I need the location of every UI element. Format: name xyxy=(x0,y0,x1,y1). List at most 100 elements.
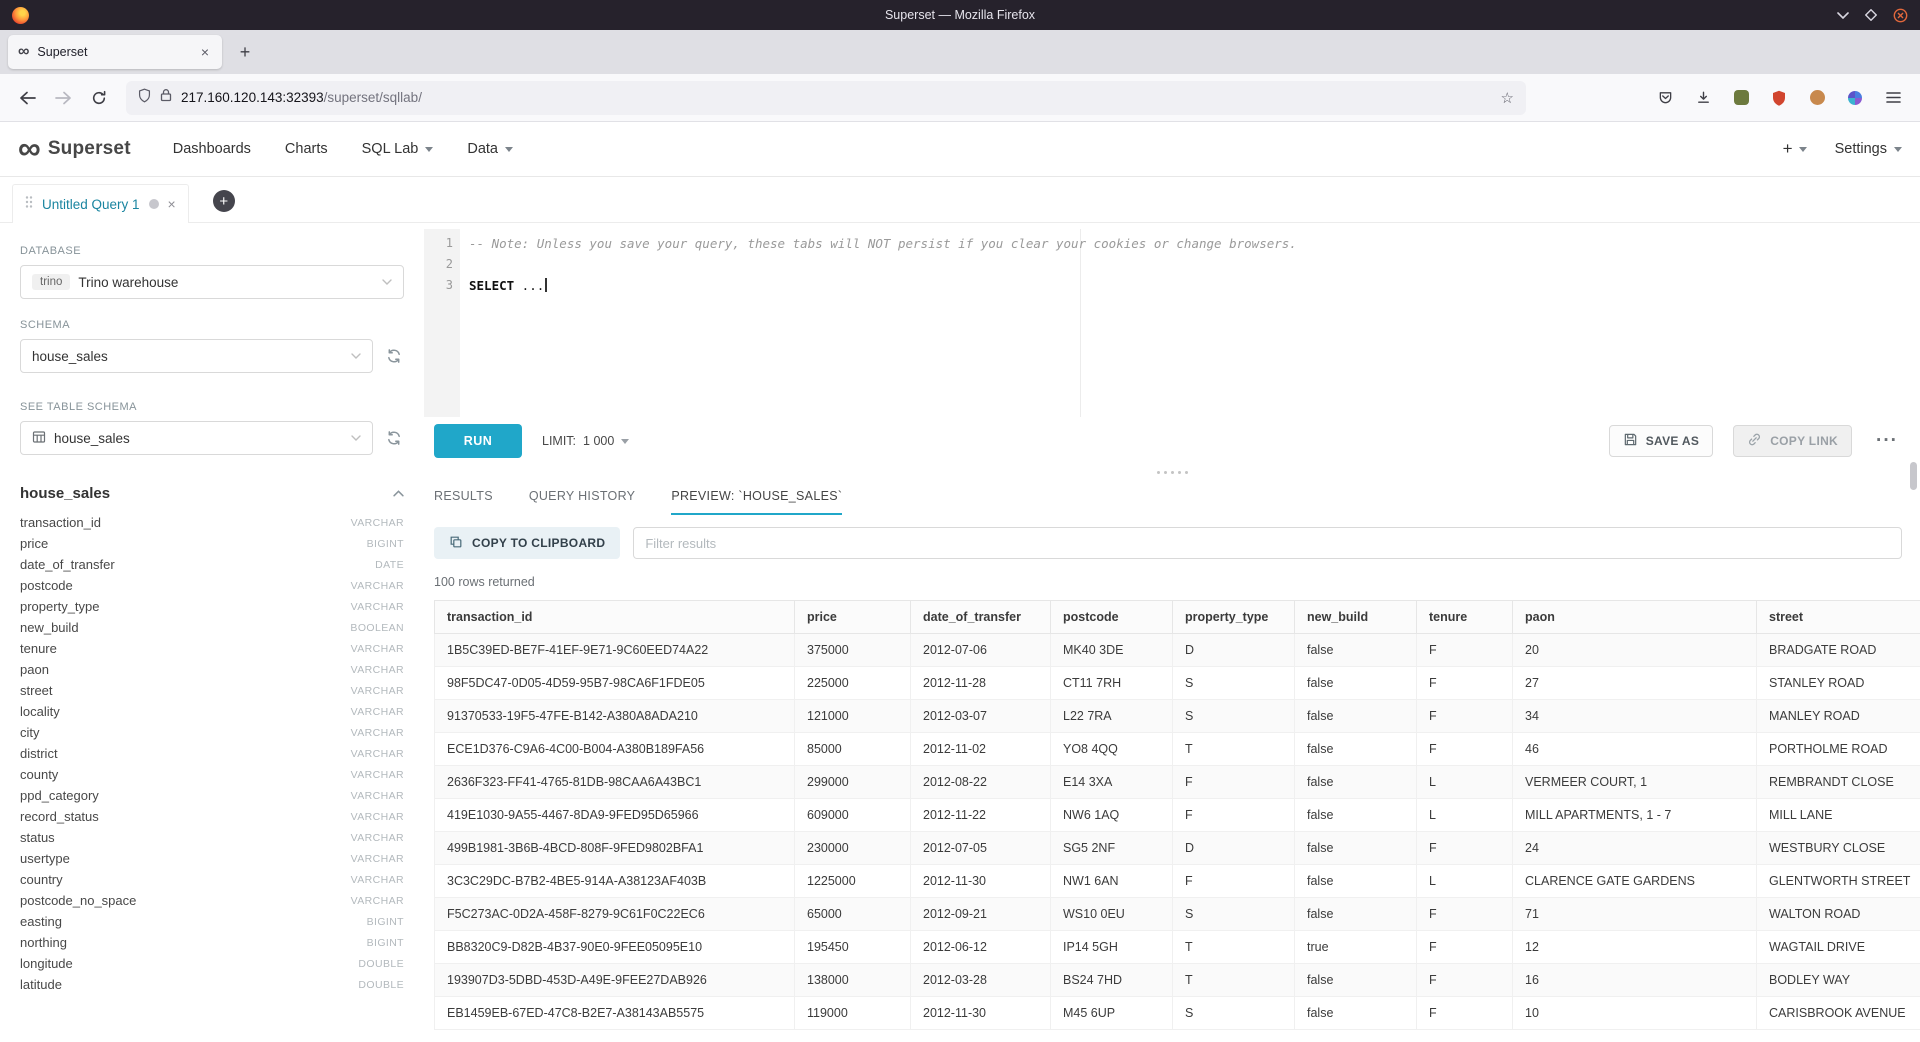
schema-column-row[interactable]: northing BIGINT xyxy=(20,932,404,953)
downloads-icon[interactable] xyxy=(1690,85,1716,111)
schema-column-row[interactable]: district VARCHAR xyxy=(20,743,404,764)
extension-icon-3[interactable] xyxy=(1804,85,1830,111)
more-options-button[interactable]: ··· xyxy=(1872,430,1902,452)
add-query-tab-button[interactable]: + xyxy=(213,190,235,212)
reload-button[interactable] xyxy=(82,82,116,114)
schema-column-row[interactable]: record_status VARCHAR xyxy=(20,806,404,827)
menu-hamburger-icon[interactable] xyxy=(1880,85,1906,111)
table-row[interactable]: 419E1030-9A55-4467-8DA9-9FED95D659666090… xyxy=(435,799,1920,832)
schema-column-row[interactable]: city VARCHAR xyxy=(20,722,404,743)
window-maximize-icon[interactable] xyxy=(1865,9,1877,21)
drag-handle-icon[interactable] xyxy=(25,195,33,214)
schema-column-row[interactable]: transaction_id VARCHAR xyxy=(20,512,404,533)
column-header-new_build[interactable]: new_build xyxy=(1295,601,1417,634)
collapse-chevron-icon[interactable] xyxy=(393,490,404,497)
results-table-wrap[interactable]: transaction_idpricedate_of_transferpostc… xyxy=(434,600,1920,1042)
app-nav-item-data[interactable]: Data xyxy=(467,141,513,157)
results-tab-results[interactable]: RESULTS xyxy=(434,479,493,515)
editor-gutter: 123 xyxy=(424,229,460,417)
table-row[interactable]: 193907D3-5DBD-453D-A49E-9FEE27DAB9261380… xyxy=(435,964,1920,997)
schema-column-row[interactable]: latitude DOUBLE xyxy=(20,974,404,995)
schema-column-row[interactable]: county VARCHAR xyxy=(20,764,404,785)
schema-column-row[interactable]: country VARCHAR xyxy=(20,869,404,890)
column-header-property_type[interactable]: property_type xyxy=(1173,601,1295,634)
results-tab-query-history[interactable]: QUERY HISTORY xyxy=(529,479,635,515)
lock-icon[interactable] xyxy=(160,88,172,107)
pocket-icon[interactable] xyxy=(1652,85,1678,111)
schema-column-row[interactable]: ppd_category VARCHAR xyxy=(20,785,404,806)
table-row[interactable]: EB1459EB-67ED-47C8-B2E7-A38143AB55751190… xyxy=(435,997,1920,1030)
schema-column-row[interactable]: paon VARCHAR xyxy=(20,659,404,680)
table-cell: false xyxy=(1295,832,1417,865)
schema-column-row[interactable]: price BIGINT xyxy=(20,533,404,554)
back-button[interactable] xyxy=(10,82,44,114)
save-as-button[interactable]: SAVE AS xyxy=(1609,425,1713,457)
extension-icon-2[interactable] xyxy=(1766,85,1792,111)
table-row[interactable]: BB8320C9-D82B-4B37-90E0-9FEE05095E101954… xyxy=(435,931,1920,964)
forward-button[interactable] xyxy=(46,82,80,114)
app-nav-item-charts[interactable]: Charts xyxy=(285,141,328,157)
browser-tab[interactable]: ∞ Superset × xyxy=(8,35,222,69)
query-tab-active[interactable]: Untitled Query 1 × xyxy=(12,184,189,223)
schema-column-row[interactable]: street VARCHAR xyxy=(20,680,404,701)
splitter-handle[interactable] xyxy=(424,465,1920,479)
table-row[interactable]: 2636F323-FF41-4765-81DB-98CAA6A43BC12990… xyxy=(435,766,1920,799)
table-row[interactable]: F5C273AC-0D2A-458F-8279-9C61F0C22EC66500… xyxy=(435,898,1920,931)
schema-column-row[interactable]: usertype VARCHAR xyxy=(20,848,404,869)
editor-code[interactable]: -- Note: Unless you save your query, the… xyxy=(460,229,1920,417)
shield-icon[interactable] xyxy=(138,88,151,108)
column-header-postcode[interactable]: postcode xyxy=(1051,601,1173,634)
table-row[interactable]: 499B1981-3B6B-4BCD-808F-9FED9802BFA12300… xyxy=(435,832,1920,865)
table-row[interactable]: 3C3C29DC-B7B2-4BE5-914A-A38123AF403B1225… xyxy=(435,865,1920,898)
run-button[interactable]: RUN xyxy=(434,424,522,458)
table-select[interactable]: house_sales xyxy=(20,421,373,455)
schema-select[interactable]: house_sales xyxy=(20,339,373,373)
schema-column-row[interactable]: date_of_transfer DATE xyxy=(20,554,404,575)
table-row[interactable]: 1B5C39ED-BE7F-41EF-9E71-9C60EED74A223750… xyxy=(435,634,1920,667)
table-row[interactable]: 98F5DC47-0D05-4D59-95B7-98CA6F1FDE052250… xyxy=(435,667,1920,700)
limit-dropdown[interactable]: LIMIT: 1 000 xyxy=(542,434,629,448)
schema-column-row[interactable]: locality VARCHAR xyxy=(20,701,404,722)
column-header-date_of_transfer[interactable]: date_of_transfer xyxy=(911,601,1051,634)
window-close-icon[interactable] xyxy=(1893,8,1908,23)
window-minimize-icon[interactable] xyxy=(1837,12,1849,19)
results-tab-preview-house-sales[interactable]: PREVIEW: `HOUSE_SALES` xyxy=(671,479,842,515)
settings-menu[interactable]: Settings xyxy=(1835,141,1902,157)
database-select[interactable]: trino Trino warehouse xyxy=(20,265,404,299)
filter-results-input[interactable] xyxy=(633,527,1902,559)
copy-link-button[interactable]: COPY LINK xyxy=(1733,425,1852,457)
extension-icon-1[interactable] xyxy=(1728,85,1754,111)
table-refresh-button[interactable] xyxy=(384,428,404,448)
sql-editor[interactable]: 123 -- Note: Unless you save your query,… xyxy=(424,229,1920,417)
schema-column-row[interactable]: postcode_no_space VARCHAR xyxy=(20,890,404,911)
schema-column-row[interactable]: easting BIGINT xyxy=(20,911,404,932)
superset-brand[interactable]: ∞ Superset xyxy=(18,136,131,162)
schema-column-row[interactable]: status VARCHAR xyxy=(20,827,404,848)
column-header-transaction_id[interactable]: transaction_id xyxy=(435,601,795,634)
column-header-street[interactable]: street xyxy=(1757,601,1920,634)
query-tab-close-icon[interactable]: × xyxy=(168,197,176,211)
column-header-price[interactable]: price xyxy=(795,601,911,634)
scrollbar-thumb[interactable] xyxy=(1910,462,1917,490)
tab-close-icon[interactable]: × xyxy=(198,43,212,61)
column-header-paon[interactable]: paon xyxy=(1513,601,1757,634)
url-text[interactable]: 217.160.120.143:32393/superset/sqllab/ xyxy=(181,90,422,105)
column-name: paon xyxy=(20,662,49,677)
table-row[interactable]: 91370533-19F5-47FE-B142-A380A8ADA2101210… xyxy=(435,700,1920,733)
schema-column-row[interactable]: postcode VARCHAR xyxy=(20,575,404,596)
url-bar[interactable]: 217.160.120.143:32393/superset/sqllab/ ☆ xyxy=(126,81,1526,115)
new-tab-button[interactable]: + xyxy=(230,37,260,67)
table-row[interactable]: ECE1D376-C9A6-4C00-B004-A380B189FA568500… xyxy=(435,733,1920,766)
schema-refresh-button[interactable] xyxy=(384,346,404,366)
schema-column-row[interactable]: tenure VARCHAR xyxy=(20,638,404,659)
copy-to-clipboard-button[interactable]: COPY TO CLIPBOARD xyxy=(434,527,620,559)
column-header-tenure[interactable]: tenure xyxy=(1417,601,1513,634)
schema-column-row[interactable]: property_type VARCHAR xyxy=(20,596,404,617)
schema-column-row[interactable]: new_build BOOLEAN xyxy=(20,617,404,638)
add-new-menu[interactable]: + xyxy=(1783,139,1807,159)
schema-column-row[interactable]: longitude DOUBLE xyxy=(20,953,404,974)
app-nav-item-dashboards[interactable]: Dashboards xyxy=(173,141,251,157)
bookmark-star-icon[interactable]: ☆ xyxy=(1501,89,1514,107)
app-nav-item-sql-lab[interactable]: SQL Lab xyxy=(362,141,434,157)
extension-icon-4[interactable] xyxy=(1842,85,1868,111)
